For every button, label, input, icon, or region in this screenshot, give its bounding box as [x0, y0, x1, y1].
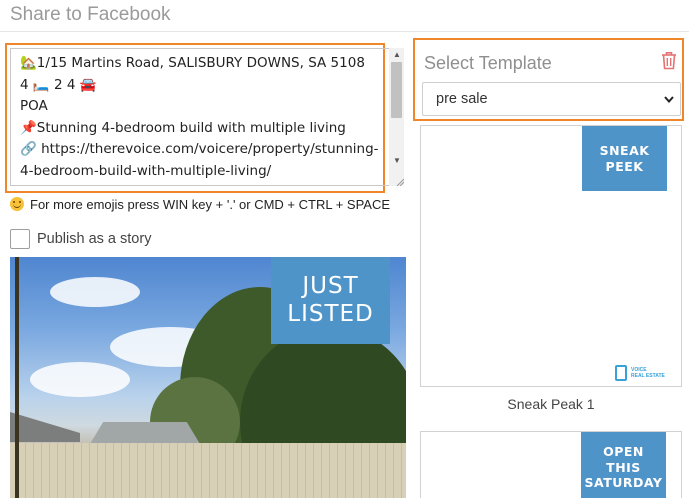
- template-card-open-saturday[interactable]: OPEN THIS SATURDAY: [420, 431, 682, 498]
- caption-link-line: 🔗 https://therevoice.com/voicere/propert…: [20, 141, 379, 179]
- scroll-up-arrow-icon[interactable]: ▲: [393, 50, 401, 59]
- chevron-down-icon: [664, 96, 674, 104]
- dialog-title: Share to Facebook: [10, 4, 171, 25]
- voice-logo: VOICE REAL ESTATE: [615, 365, 671, 381]
- just-listed-line2: LISTED: [287, 301, 374, 327]
- template-selector-panel: Select Template pre sale: [413, 38, 684, 121]
- open-saturday-badge: OPEN THIS SATURDAY: [581, 432, 666, 498]
- caption-scrollbar[interactable]: ▲ ▼: [389, 48, 404, 186]
- emoji-hint: For more emojis press WIN key + '.' or C…: [10, 197, 390, 212]
- sneak-peek-badge-line2: PEEK: [605, 159, 644, 174]
- open-saturday-badge-line2: THIS: [606, 459, 641, 475]
- sneak-peek-badge-line1: SNEAK: [599, 143, 650, 158]
- caption-headline-line: 📌Stunning 4-bedroom build with multiple …: [20, 119, 346, 136]
- voice-logo-text-line2: REAL ESTATE: [631, 373, 665, 379]
- just-listed-badge: JUST LISTED: [271, 257, 390, 344]
- publish-story-label[interactable]: Publish as a story: [37, 231, 151, 247]
- just-listed-line1: JUST: [302, 273, 359, 299]
- dialog-header: Share to Facebook: [0, 0, 689, 32]
- smile-icon: [10, 197, 24, 211]
- fence: [10, 443, 406, 498]
- house-roof: [90, 422, 200, 444]
- voice-logo-icon: [615, 365, 627, 381]
- template-select-value: pre sale: [436, 91, 488, 107]
- neighbour-roof: [10, 412, 80, 442]
- trash-icon[interactable]: [660, 50, 678, 70]
- template-card-sneak-peek[interactable]: SNEAK PEEK VOICE REAL ESTATE: [420, 125, 682, 387]
- publish-story-checkbox[interactable]: [10, 229, 30, 249]
- emoji-hint-text: For more emojis press WIN key + '.' or C…: [30, 197, 391, 212]
- open-saturday-badge-line1: OPEN: [603, 444, 644, 459]
- listing-preview-image: JUST LISTED: [10, 257, 406, 498]
- caption-text[interactable]: 🏡1/15 Martins Road, SALISBURY DOWNS, SA …: [20, 53, 380, 182]
- caption-address-line: 🏡1/15 Martins Road, SALISBURY DOWNS, SA …: [20, 55, 365, 71]
- open-saturday-badge-line3: SATURDAY: [584, 475, 663, 490]
- scroll-thumb[interactable]: [391, 62, 402, 118]
- scroll-down-arrow-icon[interactable]: ▼: [393, 156, 401, 165]
- template-select[interactable]: pre sale: [422, 82, 681, 116]
- caption-features-line: 4 🛏️ 2 4 🚘: [20, 76, 97, 93]
- select-template-label: Select Template: [424, 53, 552, 73]
- resize-grip-icon[interactable]: [396, 178, 404, 186]
- caption-textarea[interactable]: 🏡1/15 Martins Road, SALISBURY DOWNS, SA …: [10, 48, 390, 186]
- sneak-peek-badge: SNEAK PEEK: [582, 126, 667, 191]
- caption-price-line: POA: [20, 98, 48, 114]
- pole: [15, 257, 19, 498]
- template-card-caption: Sneak Peak 1: [507, 396, 595, 412]
